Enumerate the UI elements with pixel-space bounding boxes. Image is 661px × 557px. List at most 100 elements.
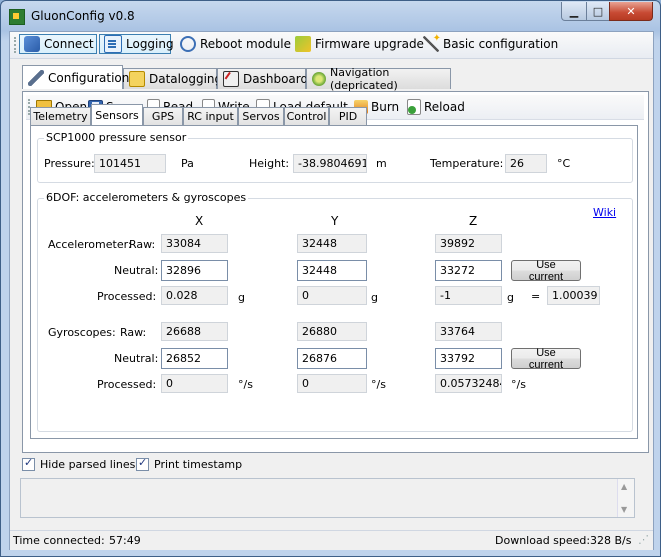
column-y-header: Y (331, 214, 339, 228)
close-button[interactable]: ✕ (609, 2, 653, 21)
status-bar: Time connected: 57:49 Download speed: 32… (10, 530, 653, 550)
client-area: Connect Logging Reboot module Firmware u… (9, 31, 654, 550)
subtab-control[interactable]: Control (284, 107, 329, 125)
accel-processed-x: 0.028 (161, 286, 228, 305)
accel-unit-z: g (507, 291, 514, 304)
time-connected-label: Time connected: (13, 534, 105, 547)
subtab-gps[interactable]: GPS (143, 107, 183, 125)
app-window: GluonConfig v0.8 ▁ □ ✕ Connect Logging R… (0, 0, 661, 557)
accel-magnitude: 1.00039 (547, 286, 600, 305)
gyro-use-current-button[interactable]: Use current (511, 347, 581, 371)
gyro-processed-z: 0.057324840 (435, 374, 502, 393)
reload-label: Reload (424, 100, 465, 114)
app-icon[interactable] (9, 9, 25, 25)
log-scrollbar[interactable]: ▲ ▼ (617, 479, 634, 517)
gyro-raw-x: 26688 (161, 322, 228, 341)
accel-raw-x: 33084 (161, 234, 228, 253)
accel-neutral-y-input[interactable]: 32448 (297, 260, 367, 281)
window-title: GluonConfig v0.8 (31, 9, 135, 23)
scroll-down-icon[interactable]: ▼ (621, 505, 627, 514)
minimize-icon: ▁ (569, 4, 579, 18)
subtab-rc-input-label: RC input (187, 110, 234, 123)
subtab-pid-label: PID (338, 110, 358, 123)
pressure-label: Pressure: (44, 157, 95, 170)
minimize-button[interactable]: ▁ (561, 2, 587, 21)
accel-processed-label: Processed: (97, 290, 157, 303)
download-speed-label: Download speed: (495, 534, 591, 547)
gyro-raw-label: Raw: (120, 326, 147, 339)
subtab-control-label: Control (286, 110, 327, 123)
tab-dashboard[interactable]: Dashboard (217, 68, 309, 89)
gyro-neutral-z-input[interactable]: 33792 (435, 348, 502, 369)
imu-group: 6DOF: accelerometers & gyroscopes Wiki X… (37, 191, 633, 432)
logging-button[interactable]: Logging (99, 34, 174, 54)
gyro-raw-z: 33764 (435, 322, 502, 341)
datalogging-icon (129, 71, 145, 87)
column-x-header: X (195, 214, 204, 228)
scroll-up-icon[interactable]: ▲ (621, 482, 627, 491)
sensors-page: SCP1000 pressure sensor Pressure: 101451… (30, 125, 638, 439)
subtab-pid[interactable]: PID (329, 107, 367, 125)
gyro-unit-x: °/s (238, 378, 253, 391)
gyro-processed-label: Processed: (97, 378, 157, 391)
accel-raw-label: Raw: (129, 238, 156, 251)
accel-neutral-x-input[interactable]: 32896 (161, 260, 228, 281)
accel-unit-x: g (238, 291, 245, 304)
tab-dashboard-label: Dashboard (243, 72, 309, 86)
basic-configuration-label: Basic configuration (443, 37, 559, 51)
tab-configuration[interactable]: Configuration (22, 65, 129, 89)
subtab-sensors[interactable]: Sensors (91, 104, 143, 125)
hide-parsed-lines-checkmark[interactable] (22, 456, 35, 471)
tab-datalogging[interactable]: Datalogging (123, 68, 222, 89)
temperature-value: 26 (505, 154, 547, 173)
navigation-icon (312, 72, 326, 86)
logging-label: Logging (126, 37, 174, 51)
connect-label: Connect (44, 37, 94, 51)
accelerometer-label: Accelerometer: (48, 238, 132, 251)
gyro-unit-y: °/s (371, 378, 386, 391)
burn-label: Burn (371, 100, 400, 114)
maximize-button[interactable]: □ (586, 2, 610, 21)
print-timestamp-checkbox[interactable]: Print timestamp (136, 456, 242, 471)
reboot-module-button[interactable]: Reboot module (176, 34, 295, 54)
temperature-unit: °C (557, 157, 571, 170)
tab-navigation-label: Navigation (depricated) (330, 66, 398, 92)
firmware-upgrade-button[interactable]: Firmware upgrade (291, 34, 428, 54)
accel-use-current-button[interactable]: Use current (511, 259, 581, 283)
pressure-sensor-group: SCP1000 pressure sensor Pressure: 101451… (37, 131, 633, 183)
gyro-neutral-y-input[interactable]: 26876 (297, 348, 367, 369)
accel-processed-z: -1 (435, 286, 502, 305)
print-timestamp-checkmark[interactable] (136, 456, 149, 471)
temperature-label: Temperature: (430, 157, 504, 170)
tab-datalogging-label: Datalogging (149, 72, 223, 86)
gyro-neutral-x-input[interactable]: 26852 (161, 348, 228, 369)
subtab-rc-input[interactable]: RC input (183, 107, 238, 125)
subtab-telemetry[interactable]: Telemetry (30, 107, 91, 125)
basic-configuration-button[interactable]: Basic configuration (419, 33, 562, 54)
pressure-value: 101451 (94, 154, 166, 173)
dashboard-icon (223, 71, 239, 87)
height-value: -38.98046915 (293, 154, 367, 173)
accel-raw-z: 39892 (435, 234, 502, 253)
wrench-icon (28, 69, 44, 86)
accel-neutral-z-input[interactable]: 33272 (435, 260, 502, 281)
resize-grip-icon[interactable]: ⋰ (638, 533, 649, 546)
connect-button[interactable]: Connect (19, 34, 97, 54)
column-z-header: Z (469, 214, 478, 228)
subtab-servos[interactable]: Servos (238, 107, 284, 125)
download-speed-value: 328 B/s (590, 534, 632, 547)
wand-icon (423, 33, 441, 52)
gyro-processed-x: 0 (161, 374, 228, 393)
title-bar[interactable]: GluonConfig v0.8 ▁ □ ✕ (1, 1, 660, 31)
tab-navigation[interactable]: Navigation (depricated) (306, 66, 451, 92)
pressure-group-title: SCP1000 pressure sensor (44, 131, 189, 144)
connect-icon (24, 36, 40, 52)
firmware-icon (295, 36, 311, 52)
gyro-raw-y: 26880 (297, 322, 367, 341)
wiki-link[interactable]: Wiki (593, 206, 616, 219)
height-label: Height: (249, 157, 290, 170)
log-output[interactable]: ▲ ▼ (20, 478, 635, 518)
reload-button[interactable]: Reload (407, 97, 465, 117)
subtab-telemetry-label: Telemetry (33, 110, 88, 123)
hide-parsed-lines-checkbox[interactable]: Hide parsed lines (22, 456, 135, 471)
